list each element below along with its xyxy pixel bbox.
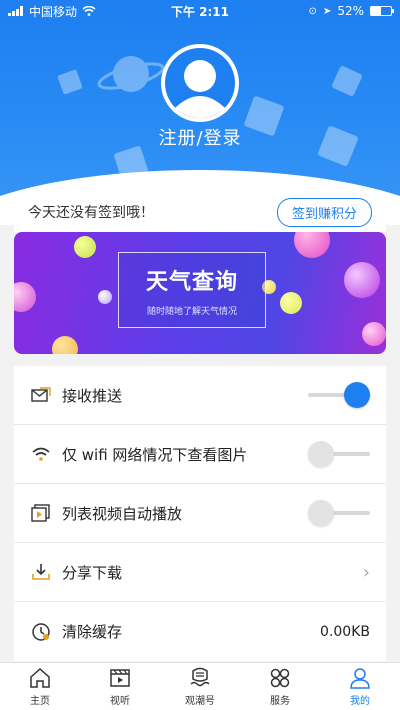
- signal-icon: [8, 6, 23, 16]
- tab-label: 主页: [30, 696, 50, 707]
- status-bar: 中国移动 下午 2:11 ⊙ ➤ 52%: [0, 0, 400, 22]
- settings-row-autoplay: 列表视频自动播放: [14, 484, 386, 543]
- push-toggle[interactable]: [308, 382, 370, 408]
- carrier-name: 中国移动: [29, 4, 78, 19]
- video-play-icon: [30, 502, 52, 524]
- tab-label: 视听: [110, 696, 130, 707]
- banner-bubble: [344, 262, 380, 298]
- checkin-button[interactable]: 签到赚积分: [276, 197, 372, 227]
- user-icon: [348, 666, 372, 690]
- checkin-message: 今天还没有签到哦！: [28, 205, 154, 221]
- banner-bubble: [294, 232, 330, 258]
- banner-bubble: [52, 336, 78, 354]
- film-icon: [108, 666, 132, 690]
- banner-subtitle: 随时随地了解天气情况: [146, 306, 237, 317]
- settings-label: 仅 wifi 网络情况下查看图片: [62, 445, 248, 464]
- envelope-icon: [30, 384, 52, 406]
- settings-row-clear-cache[interactable]: 清除缓存 0.00KB: [14, 602, 386, 661]
- wifi-icon: [30, 443, 52, 465]
- cache-size: 0.00KB: [320, 623, 370, 640]
- tab-service[interactable]: 服务: [240, 663, 320, 710]
- banner-bubble: [14, 282, 36, 312]
- banner-bubble: [98, 290, 112, 304]
- settings-label: 列表视频自动播放: [62, 504, 183, 523]
- settings-label: 分享下载: [62, 563, 123, 582]
- tab-label: 观潮号: [185, 696, 215, 707]
- orientation-lock-icon: ⊙: [308, 5, 317, 17]
- banner-bubble: [362, 322, 386, 346]
- download-icon: [30, 561, 52, 583]
- banner-bubble: [280, 292, 302, 314]
- battery-icon: [370, 6, 394, 16]
- grid-icon: [268, 666, 292, 690]
- default-avatar-icon: [165, 48, 235, 118]
- status-time: 下午 2:11: [170, 4, 230, 19]
- settings-row-share-download[interactable]: 分享下载 ›: [14, 543, 386, 602]
- chevron-right-icon: ›: [362, 561, 370, 583]
- banner-title: 天气查询: [145, 269, 238, 295]
- tab-mine[interactable]: 我的: [320, 663, 400, 710]
- tab-home[interactable]: 主页: [0, 663, 80, 710]
- weather-banner[interactable]: 天气查询 随时随地了解天气情况: [14, 232, 386, 354]
- tab-tide[interactable]: 观潮号: [160, 663, 240, 710]
- toggle-knob: [308, 500, 334, 526]
- tab-video[interactable]: 视听: [80, 663, 160, 710]
- tab-label: 服务: [270, 696, 290, 707]
- settings-row-wifi-images: 仅 wifi 网络情况下查看图片: [14, 425, 386, 484]
- wifi-images-toggle[interactable]: [308, 441, 370, 467]
- planet-decoration-icon: [97, 56, 165, 92]
- news-decoration-icon: [58, 70, 82, 94]
- banner-title-box: 天气查询 随时随地了解天气情况: [118, 252, 266, 328]
- tab-label: 我的: [350, 696, 370, 707]
- toggle-knob: [344, 382, 370, 408]
- login-register-link[interactable]: 注册/登录: [0, 124, 400, 150]
- tab-bar: 主页 视听 观潮号 服务 我的: [0, 662, 400, 710]
- settings-label: 接收推送: [62, 386, 123, 405]
- settings-label: 清除缓存: [62, 623, 123, 641]
- banner-bubble: [74, 236, 96, 258]
- clear-cache-icon: [30, 621, 52, 643]
- autoplay-toggle[interactable]: [308, 500, 370, 526]
- checkin-card: 今天还没有签到哦！ 签到赚积分: [14, 192, 386, 232]
- tide-icon: [188, 666, 212, 690]
- battery-percent: 52%: [337, 4, 364, 18]
- news-decoration-icon: [332, 66, 362, 96]
- home-icon: [28, 666, 52, 690]
- settings-row-push: 接收推送: [14, 366, 386, 425]
- settings-list: 接收推送 仅 wifi 网络情况下查看图片 列表视频自动播放 分享下载 › 清除…: [14, 366, 386, 661]
- wifi-status-icon: [82, 6, 96, 16]
- toggle-knob: [308, 441, 334, 467]
- location-icon: ➤: [322, 5, 332, 17]
- avatar[interactable]: [161, 44, 239, 122]
